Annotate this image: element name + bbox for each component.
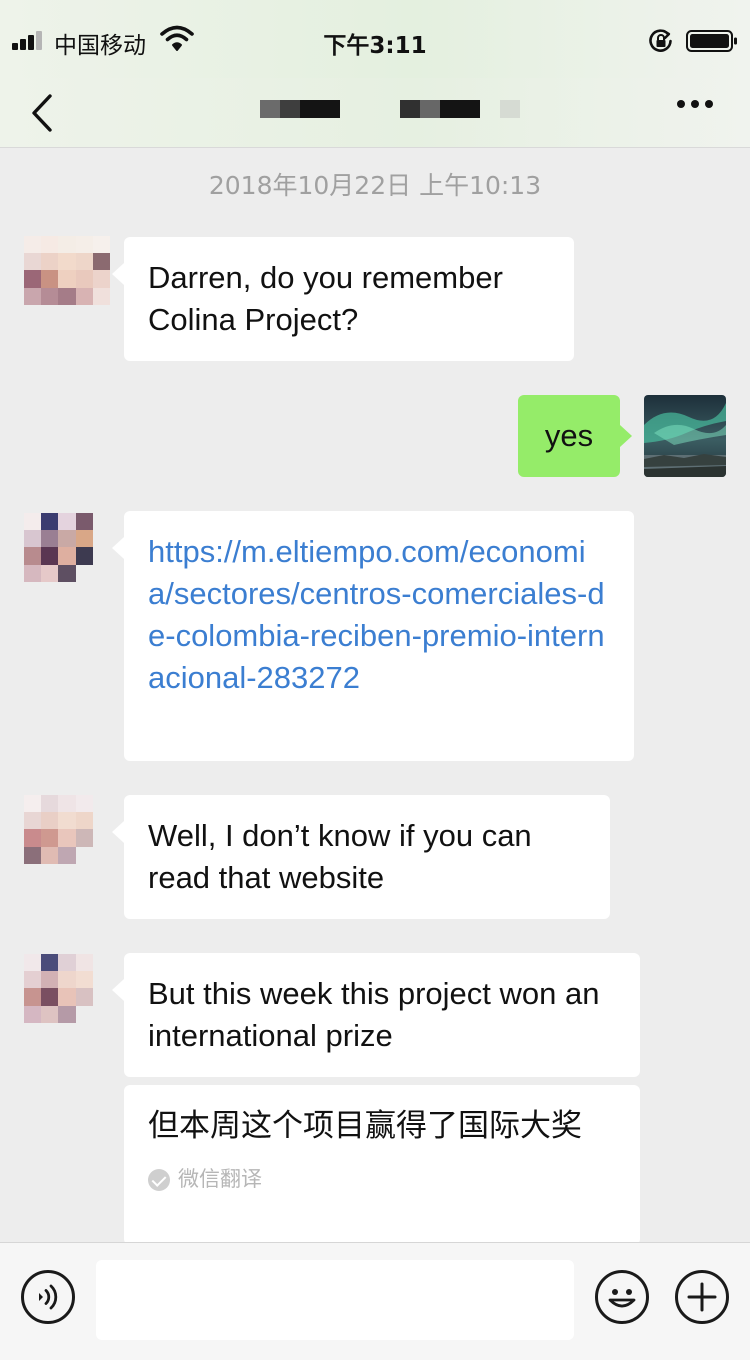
orientation-lock-icon: [649, 29, 672, 52]
aurora-landscape-image: [644, 395, 726, 477]
chat-header: [0, 78, 750, 148]
avatar[interactable]: [24, 513, 110, 599]
message-input[interactable]: [96, 1260, 574, 1340]
own-avatar[interactable]: [644, 395, 726, 477]
translation-text: 但本周这个项目赢得了国际大奖: [148, 1108, 582, 1144]
avatar[interactable]: [24, 236, 110, 322]
input-bar: [0, 1242, 750, 1360]
battery-icon: [686, 30, 737, 52]
avatar[interactable]: [24, 795, 110, 881]
message-text: Well, I don’t know if you can read that …: [148, 818, 532, 895]
chevron-left-icon[interactable]: [26, 92, 60, 134]
message-bubble-own[interactable]: yes: [518, 395, 632, 477]
message-bubble[interactable]: Darren, do you remember Colina Project?: [112, 237, 574, 361]
status-bar: 中国移动 下午3:11: [0, 0, 750, 78]
status-time: 下午3:11: [323, 33, 427, 59]
translation-source: 微信翻译: [148, 1159, 616, 1201]
message-text: But this week this project won an intern…: [148, 976, 600, 1053]
more-dots-icon[interactable]: [672, 94, 718, 112]
message-bubble[interactable]: But this week this project won an intern…: [112, 953, 640, 1077]
message-text: yes: [544, 418, 594, 453]
message-bubble[interactable]: https://m.eltiempo.com/economia/sectores…: [112, 511, 634, 761]
plus-icon[interactable]: [675, 1270, 729, 1324]
message-text: Darren, do you remember Colina Project?: [148, 260, 503, 337]
message-bubble[interactable]: Well, I don’t know if you can read that …: [112, 795, 610, 919]
translation-source-label: 微信翻译: [178, 1168, 262, 1191]
message-link[interactable]: https://m.eltiempo.com/economia/sectores…: [148, 534, 605, 695]
translation-bubble[interactable]: 但本周这个项目赢得了国际大奖 微信翻译: [124, 1085, 640, 1245]
check-circle-icon: [148, 1169, 170, 1191]
avatar[interactable]: [24, 954, 110, 1040]
message-timestamp: 2018年10月22日 上午10:13: [208, 171, 542, 200]
emoji-icon[interactable]: [595, 1270, 649, 1324]
voice-icon[interactable]: [21, 1270, 75, 1324]
